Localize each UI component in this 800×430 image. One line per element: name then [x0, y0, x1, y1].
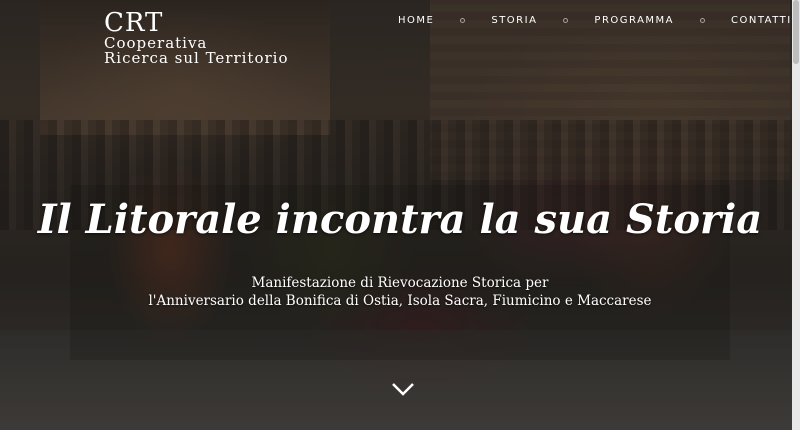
nav-separator-dot — [700, 17, 706, 23]
nav-item-contatti[interactable]: CONTATTI — [721, 15, 800, 26]
nav-item-programma[interactable]: PROGRAMMA — [584, 15, 684, 26]
scrollbar-thumb[interactable] — [793, 0, 799, 64]
page-scrollbar[interactable] — [792, 0, 800, 430]
hero-subtitle-line-1: Manifestazione di Rievocazione Storica p… — [251, 275, 549, 291]
hero-title: Il Litorale incontra la sua Storia — [37, 196, 763, 243]
logo-title: CRT — [104, 8, 164, 38]
hero-subtitle-line-2: l'Anniversario della Bonifica di Ostia, … — [148, 293, 652, 309]
nav-separator-dot — [563, 17, 569, 23]
chevron-down-icon — [392, 383, 414, 396]
nav-item-home[interactable]: HOME — [388, 15, 444, 26]
main-nav: HOME STORIA PROGRAMMA CONTATTI — [388, 0, 800, 80]
site-logo[interactable]: CRT Cooperativa Ricerca sul Territorio — [104, 10, 289, 66]
nav-separator-dot — [460, 17, 466, 23]
hero-subtitle: Manifestazione di Rievocazione Storica p… — [0, 274, 800, 310]
nav-item-storia[interactable]: STORIA — [481, 15, 547, 26]
logo-line-2: Ricerca sul Territorio — [104, 49, 289, 67]
scroll-down-button[interactable] — [390, 380, 416, 398]
